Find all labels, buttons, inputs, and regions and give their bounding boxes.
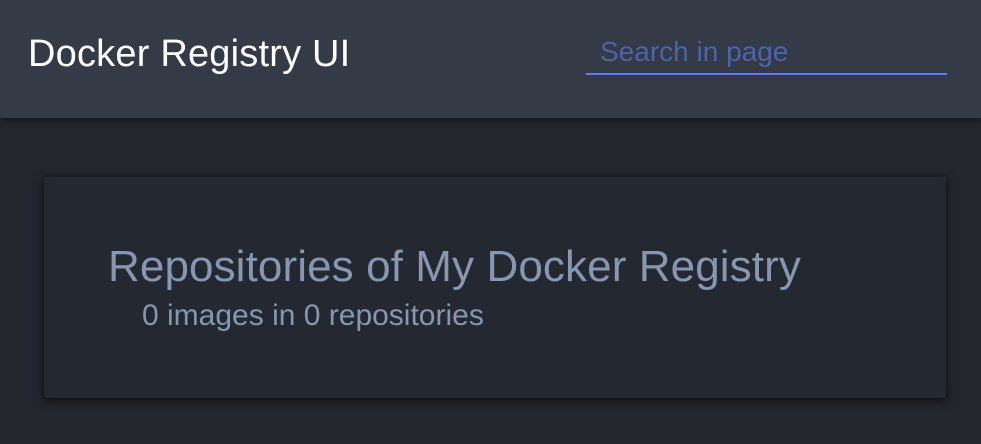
app-header: Docker Registry UI [0, 0, 981, 118]
search-container [586, 30, 947, 78]
search-input[interactable] [586, 30, 947, 75]
catalog-summary: 0 images in 0 repositories [142, 299, 484, 332]
catalog-title: Repositories of My Docker Registry [108, 242, 801, 291]
app-root: Docker Registry UI Repositories of My Do… [0, 0, 981, 444]
app-title: Docker Registry UI [28, 33, 351, 75]
repository-catalog-card: Repositories of My Docker Registry 0 ima… [44, 177, 946, 398]
